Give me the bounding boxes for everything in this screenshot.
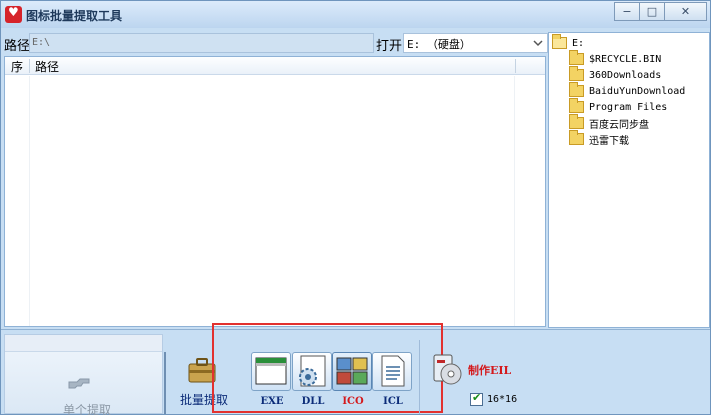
open-label: 打开: [376, 39, 403, 54]
path-input[interactable]: E:\: [29, 33, 374, 53]
tree-item[interactable]: 百度云同步盘: [569, 114, 649, 131]
tree-item-label: 360Downloads: [589, 69, 662, 81]
tree-item[interactable]: 360Downloads: [569, 66, 662, 83]
hand-pointer-icon: [68, 378, 90, 389]
tree-item-label: BaiduYunDownload: [589, 85, 686, 97]
ico-type-button[interactable]: [332, 352, 372, 391]
folder-tree[interactable]: E: $RECYCLE.BIN 360Downloads BaiduYunDow…: [548, 32, 710, 328]
app-heart-icon: [5, 5, 22, 23]
size-checkbox-label[interactable]: 16*16: [487, 394, 517, 405]
tree-root[interactable]: E:: [552, 34, 585, 51]
tree-item[interactable]: Program Files: [569, 98, 668, 115]
close-button[interactable]: ✕: [664, 2, 707, 21]
make-eil-icon[interactable]: [431, 352, 463, 386]
make-eil-button[interactable]: 制作EIL: [468, 362, 511, 378]
path-label: 路径: [4, 39, 31, 54]
single-extract-button[interactable]: 单个提取: [4, 334, 163, 415]
drive-select-value: E: （硬盘）: [407, 38, 471, 51]
folder-open-icon: [552, 34, 567, 49]
chevron-down-icon[interactable]: [532, 37, 544, 49]
bottom-toolbar: 单个提取 批量提取 EXE DLL ICO ICL 制作EIL ✔ 16*16: [1, 323, 710, 415]
tree-item-label: 百度云同步盘: [589, 119, 649, 131]
column-path[interactable]: 路径: [35, 58, 59, 75]
gear-file-icon: [299, 355, 326, 387]
single-extract-header: [5, 335, 162, 352]
folder-icon: [569, 82, 584, 97]
window-icon: [255, 357, 287, 385]
column-separator[interactable]: [515, 59, 516, 73]
dll-type-label: DLL: [301, 396, 325, 407]
folder-icon: [569, 114, 584, 129]
column-index[interactable]: 序: [11, 58, 23, 75]
icl-type-label: ICL: [383, 396, 403, 407]
single-extract-label: 单个提取: [63, 403, 112, 415]
folder-icon: [569, 50, 584, 65]
toolbar-divider: [419, 340, 420, 414]
exe-type-label: EXE: [260, 396, 284, 407]
list-body: [5, 76, 545, 326]
drive-select[interactable]: E: （硬盘）: [403, 33, 548, 53]
list-header: 序 路径: [5, 57, 545, 75]
image-grid-icon: [336, 357, 368, 385]
tree-item[interactable]: 迅雷下载: [569, 130, 629, 147]
size-checkbox[interactable]: [470, 391, 483, 406]
folder-icon: [569, 98, 584, 113]
folder-icon: [569, 66, 584, 81]
main-window: 图标批量提取工具 − □ ✕ 路径 E:\ 打开 E: （硬盘） 序 路径 E:: [0, 0, 711, 415]
file-list[interactable]: 序 路径: [4, 56, 546, 327]
maximize-button[interactable]: □: [639, 2, 665, 21]
exe-type-button[interactable]: [251, 352, 291, 391]
minimize-button[interactable]: −: [614, 2, 640, 21]
window-title: 图标批量提取工具: [26, 9, 123, 23]
path-bar: 路径 E:\ 打开 E: （硬盘）: [3, 32, 548, 54]
icl-type-button[interactable]: [372, 352, 412, 391]
tree-item-label: 迅雷下载: [589, 135, 629, 147]
dll-type-button[interactable]: [292, 352, 332, 391]
tree-item[interactable]: $RECYCLE.BIN: [569, 50, 662, 67]
ico-type-label: ICO: [342, 396, 364, 407]
toolbar-divider: [164, 352, 166, 414]
title-bar[interactable]: 图标批量提取工具 − □ ✕: [1, 1, 710, 28]
tree-item-label: Program Files: [589, 101, 668, 113]
tree-root-label: E:: [572, 37, 585, 49]
tree-item[interactable]: BaiduYunDownload: [569, 82, 686, 99]
tree-item-label: $RECYCLE.BIN: [589, 53, 662, 65]
folder-icon: [569, 130, 584, 145]
window-controls: − □ ✕: [614, 2, 707, 22]
column-separator[interactable]: [29, 59, 30, 73]
document-icon: [381, 355, 405, 387]
